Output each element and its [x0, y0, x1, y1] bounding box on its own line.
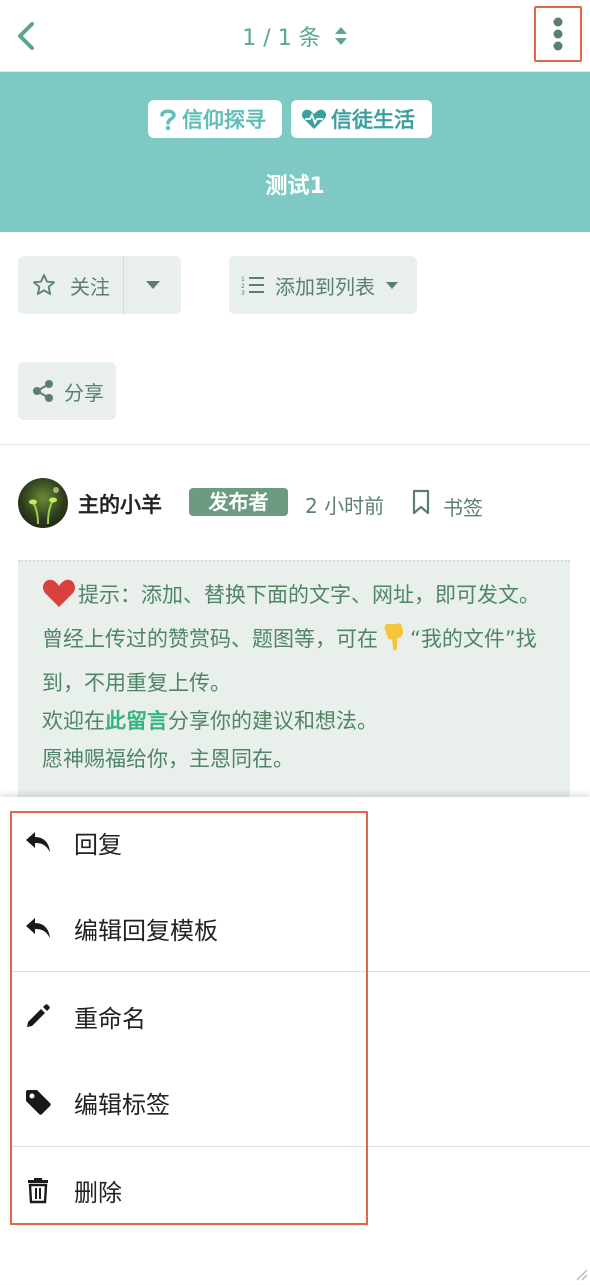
add-to-list-button[interactable]: 1 2 3 添加到列表: [229, 256, 417, 314]
menu-item-label: 编辑标签: [74, 1090, 170, 1119]
more-vertical-icon: [553, 17, 563, 51]
menu-item-rename[interactable]: 重命名: [0, 974, 590, 1058]
content-line-text: 提示：添加、替换下面的文字、网址，即可发文。: [78, 583, 540, 607]
add-to-list-label: 添加到列表: [275, 274, 375, 299]
resize-handle-icon[interactable]: [574, 1266, 588, 1285]
pencil-icon: [24, 1002, 52, 1030]
menu-item-reply[interactable]: 回复: [0, 800, 590, 884]
question-icon: [160, 109, 176, 131]
menu-item-delete[interactable]: 删除: [0, 1148, 590, 1232]
svg-text:1: 1: [241, 276, 245, 283]
tag-label: 信徒生活: [331, 108, 415, 132]
author-name[interactable]: 主的小羊: [78, 489, 162, 519]
comment-link[interactable]: 此留言: [105, 709, 168, 733]
avatar[interactable]: [18, 478, 68, 528]
caret-down-icon: [386, 281, 398, 289]
share-button[interactable]: 分享: [18, 362, 116, 420]
trash-icon: [24, 1176, 52, 1204]
share-icon: [33, 380, 53, 402]
post-header-banner: 信仰探寻 信徒生活 测试1: [0, 72, 590, 232]
tag-faith-seeking[interactable]: 信仰探寻: [148, 100, 282, 138]
menu-item-edit-reply-template[interactable]: 编辑回复模板: [0, 886, 590, 970]
content-line-text: 欢迎在: [42, 709, 105, 733]
pointing-down-icon: [382, 622, 406, 664]
share-label: 分享: [64, 380, 104, 405]
menu-item-label: 编辑回复模板: [74, 916, 218, 945]
svg-text:2: 2: [241, 283, 245, 290]
star-icon: [33, 274, 55, 295]
more-options-button[interactable]: [534, 6, 582, 62]
menu-item-label: 回复: [74, 830, 122, 859]
bookmark-label[interactable]: 书签: [443, 492, 483, 521]
menu-separator: [10, 1146, 590, 1147]
svg-text:3: 3: [241, 290, 245, 296]
sprout-image: [29, 487, 59, 525]
content-line: 曾经上传过的赞赏码、题图等，可在 “我的文件”找到，不用重复上传。: [42, 620, 548, 702]
heart-icon: [42, 578, 76, 620]
numbered-list-icon: 1 2 3: [241, 276, 264, 296]
post-counter[interactable]: 1 / 1 条: [0, 20, 590, 52]
content-line: 愿神赐福给你，主恩同在。: [42, 747, 294, 771]
follow-label: 关注: [70, 274, 110, 299]
bookmark-icon[interactable]: [410, 489, 432, 519]
post-title: 测试1: [265, 174, 325, 199]
menu-item-label: 重命名: [74, 1004, 146, 1033]
section-divider: [0, 444, 590, 445]
tag-label: 信仰探寻: [182, 108, 266, 132]
caret-down-icon: [145, 281, 160, 289]
tag-believer-life[interactable]: 信徒生活: [291, 100, 432, 138]
menu-item-label: 删除: [74, 1178, 122, 1207]
post-content: 提示：添加、替换下面的文字、网址，即可发文。 曾经上传过的赞赏码、题图等，可在 …: [18, 560, 570, 800]
reply-icon: [24, 914, 52, 942]
content-line-text: 分享你的建议和想法。: [168, 709, 378, 733]
post-counter-label: 1 / 1 条: [242, 26, 321, 51]
menu-item-edit-tags[interactable]: 编辑标签: [0, 1060, 590, 1144]
content-line: 提示：添加、替换下面的文字、网址，即可发文。: [42, 576, 548, 620]
sort-arrows-icon: [334, 26, 348, 52]
menu-separator: [10, 971, 590, 972]
heartbeat-icon: [301, 109, 327, 129]
content-line-text: 曾经上传过的赞赏码、题图等，可在: [42, 627, 378, 651]
follow-dropdown-button[interactable]: [123, 256, 181, 314]
content-line: 欢迎在此留言分享你的建议和想法。: [42, 702, 548, 740]
publisher-badge: 发布者: [189, 488, 288, 516]
follow-button[interactable]: 关注: [18, 256, 123, 314]
post-time: 2 小时前: [305, 494, 385, 518]
reply-icon: [24, 828, 52, 856]
tag-icon: [24, 1088, 52, 1116]
